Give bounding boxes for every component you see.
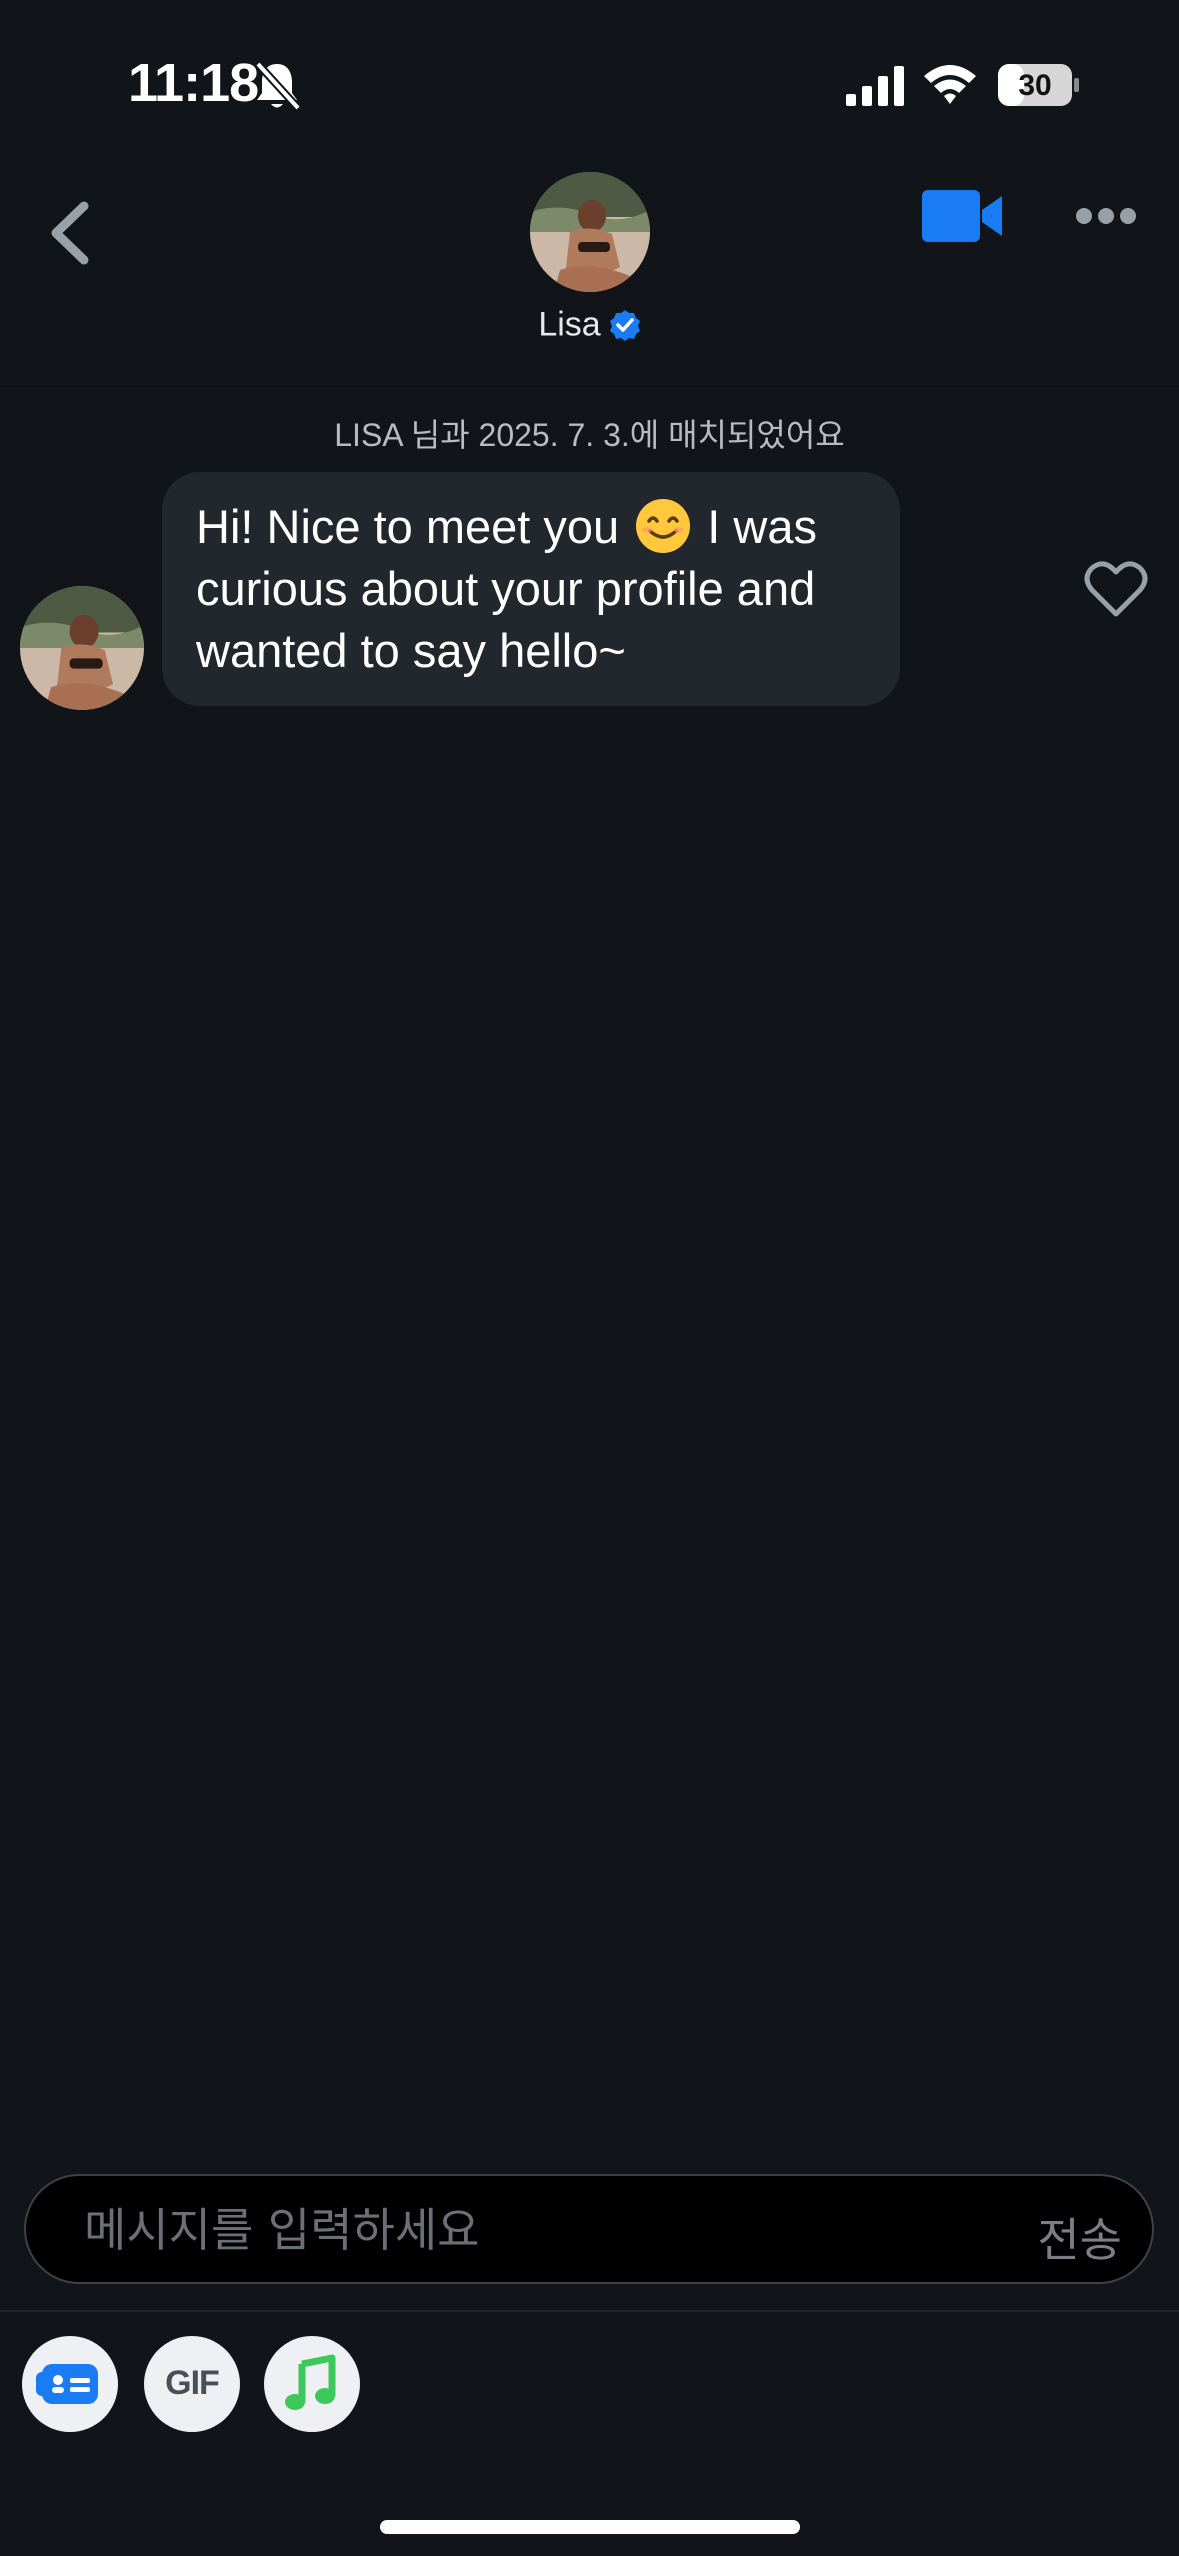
card-icon xyxy=(36,2364,98,2404)
message-input[interactable] xyxy=(82,2176,986,2284)
battery-level: 30 xyxy=(1018,69,1052,102)
heart-icon[interactable] xyxy=(1084,558,1148,620)
contact-name: Lisa xyxy=(538,305,601,344)
message-text-segment: Hi! Nice to meet you xyxy=(196,500,620,553)
card-button[interactable] xyxy=(22,2336,118,2432)
gif-label: GIF xyxy=(165,2364,220,2402)
sender-avatar[interactable] xyxy=(20,586,144,710)
music-button[interactable] xyxy=(264,2336,360,2432)
home-indicator xyxy=(380,2520,800,2534)
wifi-icon xyxy=(924,65,976,104)
contact-avatar[interactable] xyxy=(530,172,650,292)
header-divider xyxy=(0,384,1179,385)
music-note-icon xyxy=(285,2354,336,2410)
message-composer: 전송 xyxy=(24,2174,1154,2284)
smile-emoji-icon xyxy=(636,499,691,553)
message-line: wanted to say hello~ xyxy=(196,624,626,677)
send-button[interactable]: 전송 xyxy=(1037,2204,1122,2270)
message-text-segment: I was xyxy=(694,500,817,553)
battery-icon: 30 xyxy=(998,64,1080,106)
match-date-note: LISA 님과 2025. 7. 3.에 매치되었어요 xyxy=(334,417,845,453)
back-chevron-icon[interactable] xyxy=(44,198,96,268)
message-line: curious about your profile and xyxy=(196,562,816,615)
contact-name-row[interactable]: Lisa xyxy=(0,304,1179,345)
bell-slash-icon xyxy=(255,61,301,111)
more-dots-icon[interactable] xyxy=(1074,204,1138,228)
video-camera-icon[interactable] xyxy=(920,188,1004,244)
verified-badge-icon xyxy=(609,310,640,342)
signal-icon xyxy=(846,66,904,106)
composer-divider xyxy=(0,2310,1179,2312)
gif-button[interactable]: GIF xyxy=(144,2336,240,2432)
status-time: 11:18 xyxy=(128,53,259,113)
message-line: Hi! Nice to meet you I was xyxy=(196,496,870,558)
message-bubble[interactable]: Hi! Nice to meet you I was curious about… xyxy=(162,472,900,706)
